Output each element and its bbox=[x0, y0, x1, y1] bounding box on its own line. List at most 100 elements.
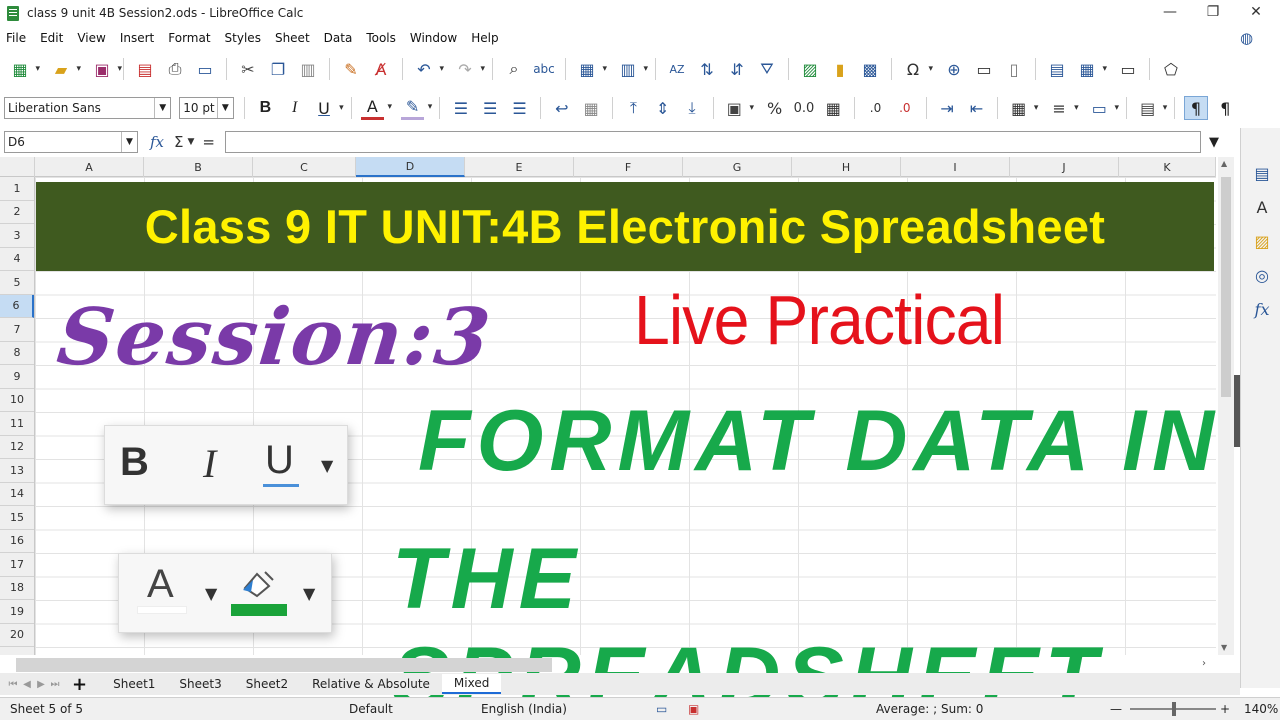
scroll-up-icon[interactable]: ▲ bbox=[1221, 159, 1227, 168]
sheet-tab-relative-absolute[interactable]: Relative & Absolute bbox=[300, 674, 442, 694]
spelling-icon[interactable]: abc bbox=[532, 57, 556, 81]
bold-button[interactable]: B bbox=[254, 96, 277, 120]
column-icon[interactable]: ▥ bbox=[616, 57, 648, 81]
properties-icon[interactable]: ▤ bbox=[1251, 162, 1273, 184]
row-header[interactable]: 19 bbox=[0, 600, 34, 624]
text-direction-ltr-button[interactable]: ¶ bbox=[1184, 96, 1208, 120]
zoom-level[interactable]: 140% bbox=[1244, 702, 1278, 716]
column-header[interactable]: K bbox=[1119, 157, 1216, 177]
menu-data[interactable]: Data bbox=[324, 31, 353, 45]
delete-decimal-icon[interactable]: .0 bbox=[893, 96, 916, 120]
horizontal-scroll-thumb[interactable] bbox=[16, 658, 552, 672]
selection-mode-icon[interactable]: ▭ bbox=[656, 702, 667, 716]
align-center-icon[interactable]: ☰ bbox=[479, 96, 502, 120]
autofilter-icon[interactable]: ⛛ bbox=[755, 57, 779, 81]
menu-file[interactable]: File bbox=[6, 31, 26, 45]
page-style[interactable]: Default bbox=[349, 702, 393, 716]
merge-cells-icon[interactable]: ▦ bbox=[579, 96, 602, 120]
row-header-active[interactable]: 6 bbox=[0, 294, 34, 318]
copy-icon[interactable]: ❐ bbox=[266, 57, 290, 81]
clear-formatting-icon[interactable]: A̸ bbox=[369, 57, 393, 81]
navigator-icon[interactable]: ◎ bbox=[1251, 264, 1273, 286]
function-wizard-button[interactable]: fx bbox=[150, 133, 164, 151]
zoom-in-button[interactable]: + bbox=[1220, 702, 1230, 716]
redo-icon[interactable]: ↷ bbox=[453, 57, 485, 81]
zoom-slider-knob[interactable] bbox=[1172, 702, 1176, 716]
add-decimal-icon[interactable]: .0 bbox=[864, 96, 887, 120]
column-header[interactable]: C bbox=[253, 157, 356, 177]
expand-formula-bar-icon[interactable]: ▼ bbox=[1209, 135, 1219, 150]
clone-formatting-icon[interactable]: ✎ bbox=[339, 57, 363, 81]
align-top-icon[interactable]: ⤒ bbox=[622, 96, 645, 120]
sheet-tab-sheet2[interactable]: Sheet2 bbox=[234, 674, 300, 694]
show-draw-functions-icon[interactable]: ⬠ bbox=[1159, 57, 1183, 81]
freeze-rows-icon[interactable]: ▦ bbox=[1075, 57, 1107, 81]
zoom-out-button[interactable]: — bbox=[1110, 702, 1122, 716]
sort-ascending-icon[interactable]: ⇅ bbox=[695, 57, 719, 81]
row-header[interactable]: 9 bbox=[0, 365, 34, 389]
new-document-icon[interactable]: ▦ bbox=[8, 57, 40, 81]
sort-descending-icon[interactable]: ⇵ bbox=[725, 57, 749, 81]
row-header[interactable]: 1 bbox=[0, 177, 34, 201]
row-header[interactable]: 20 bbox=[0, 624, 34, 647]
column-header[interactable]: H bbox=[792, 157, 901, 177]
formula-button[interactable]: = bbox=[202, 133, 215, 151]
date-format-icon[interactable]: ▦ bbox=[822, 96, 845, 120]
row-header[interactable]: 7 bbox=[0, 318, 34, 342]
close-button[interactable]: ✕ bbox=[1236, 0, 1276, 24]
row-header[interactable]: 11 bbox=[0, 412, 34, 436]
comment-icon[interactable]: ▭ bbox=[972, 57, 996, 81]
maximize-button[interactable]: ❐ bbox=[1193, 0, 1233, 24]
row-header[interactable]: 17 bbox=[0, 553, 34, 577]
column-header[interactable]: E bbox=[465, 157, 574, 177]
save-icon[interactable]: ▣ bbox=[90, 57, 122, 81]
headers-footers-icon[interactable]: ▯ bbox=[1002, 57, 1026, 81]
undo-icon[interactable]: ↶ bbox=[412, 57, 444, 81]
globe-icon[interactable]: ◍ bbox=[1240, 29, 1253, 47]
column-header[interactable]: G bbox=[683, 157, 792, 177]
sheet-tab-sheet1[interactable]: Sheet1 bbox=[101, 674, 167, 694]
column-header[interactable]: F bbox=[574, 157, 683, 177]
first-sheet-icon[interactable]: ⏮ bbox=[6, 679, 20, 690]
font-name-select[interactable]: Liberation Sans ▼ bbox=[4, 97, 172, 119]
border-color-icon[interactable]: ▭ bbox=[1088, 96, 1120, 120]
select-all-corner[interactable] bbox=[0, 157, 35, 177]
sum-button[interactable]: Σ bbox=[174, 133, 183, 151]
row-header[interactable]: 13 bbox=[0, 459, 34, 483]
align-right-icon[interactable]: ☰ bbox=[508, 96, 531, 120]
add-sheet-button[interactable]: + bbox=[72, 674, 87, 695]
row-header[interactable]: 14 bbox=[0, 483, 34, 506]
column-header[interactable]: I bbox=[901, 157, 1010, 177]
border-style-icon[interactable]: ≡ bbox=[1047, 96, 1079, 120]
underline-button[interactable]: U bbox=[312, 96, 344, 120]
borders-icon[interactable]: ▦ bbox=[1007, 96, 1039, 120]
menu-window[interactable]: Window bbox=[410, 31, 457, 45]
menu-sheet[interactable]: Sheet bbox=[275, 31, 310, 45]
menu-format[interactable]: Format bbox=[168, 31, 210, 45]
find-replace-icon[interactable]: ⌕ bbox=[502, 57, 526, 81]
pivot-table-icon[interactable]: ▩ bbox=[858, 57, 882, 81]
document-modified-icon[interactable]: ▣ bbox=[688, 702, 699, 716]
row-header[interactable]: 16 bbox=[0, 530, 34, 553]
insert-chart-icon[interactable]: ▮ bbox=[828, 57, 852, 81]
align-bottom-icon[interactable]: ⤓ bbox=[680, 96, 703, 120]
next-sheet-icon[interactable]: ▶ bbox=[34, 679, 48, 690]
row-header[interactable]: 2 bbox=[0, 201, 34, 224]
hyperlink-icon[interactable]: ⊕ bbox=[942, 57, 966, 81]
functions-icon[interactable]: fx bbox=[1251, 298, 1273, 320]
number-format-button[interactable]: 0.0 bbox=[792, 96, 815, 120]
wrap-text-icon[interactable]: ↩ bbox=[550, 96, 573, 120]
styles-icon[interactable]: A bbox=[1251, 196, 1273, 218]
formula-input[interactable] bbox=[225, 131, 1201, 153]
cut-icon[interactable]: ✂ bbox=[236, 57, 260, 81]
row-header[interactable]: 10 bbox=[0, 389, 34, 412]
highlight-color-icon[interactable]: ✎ bbox=[400, 96, 433, 120]
column-header[interactable]: B bbox=[144, 157, 253, 177]
menu-help[interactable]: Help bbox=[471, 31, 498, 45]
row-header[interactable]: 12 bbox=[0, 436, 34, 459]
define-print-area-icon[interactable]: ▤ bbox=[1045, 57, 1069, 81]
menu-styles[interactable]: Styles bbox=[225, 31, 261, 45]
scroll-down-icon[interactable]: ▼ bbox=[1221, 643, 1227, 652]
column-header-active[interactable]: D bbox=[356, 157, 465, 177]
insert-image-icon[interactable]: ▨ bbox=[798, 57, 822, 81]
